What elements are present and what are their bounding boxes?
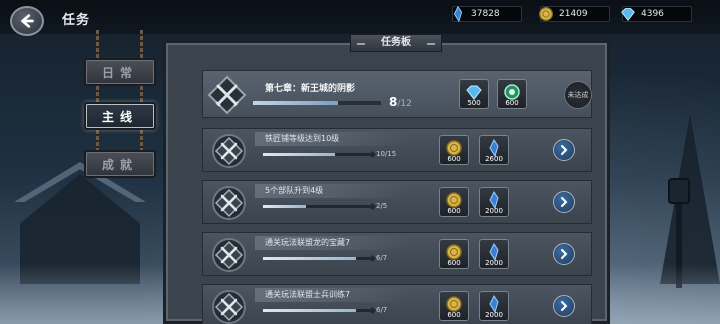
task-row: 通关玩法联盟士兵训练7 6/7 600 2000	[202, 284, 592, 324]
tab-achievements[interactable]: 成就	[84, 150, 156, 178]
task-progress-text: 6/7	[376, 254, 388, 262]
chapter-status-badge: 未达成	[564, 81, 592, 109]
task-go-button[interactable]	[553, 139, 575, 161]
task-progress-text: 2/5	[376, 202, 388, 210]
task-go-button[interactable]	[553, 191, 575, 213]
task-reward-shard[interactable]: 2000	[479, 239, 509, 269]
chapter-title: 第七章：新王城的阴影	[265, 84, 356, 94]
task-reward-gold[interactable]: 600	[439, 239, 469, 269]
top-bar	[0, 0, 720, 34]
reward-amount: 600	[505, 99, 519, 107]
gold-coin-icon	[539, 7, 553, 21]
task-reward-shard[interactable]: 2000	[479, 187, 509, 217]
task-progress-text: 10/15	[376, 150, 397, 158]
task-name: 铁匠铺等级达到10级	[265, 134, 340, 143]
crossed-swords-icon	[207, 75, 247, 115]
back-button[interactable]	[10, 6, 44, 36]
reward-amount: 2000	[485, 259, 503, 267]
task-reward-gold[interactable]: 600	[439, 135, 469, 165]
chain	[140, 130, 143, 152]
task-progress-bar	[263, 205, 371, 208]
crossed-swords-icon	[212, 134, 246, 168]
currency-gold: 21409	[539, 6, 610, 22]
back-arrow-icon	[21, 14, 34, 28]
crossed-swords-icon	[212, 290, 246, 324]
reward-amount: 600	[447, 259, 461, 267]
chevron-right-icon	[561, 197, 568, 207]
task-progress-fill	[263, 205, 307, 208]
task-row: 5个部队升到4级 2/5 600 2000	[202, 180, 592, 224]
tab-label: 主线	[101, 109, 138, 124]
tab-main-quest[interactable]: 主线	[84, 102, 156, 130]
diamond-icon	[621, 8, 635, 22]
task-progress-fill	[263, 257, 356, 260]
chevron-right-icon	[561, 301, 568, 311]
task-go-button[interactable]	[553, 243, 575, 265]
crossed-swords-icon	[212, 238, 246, 272]
chapter-progress-bar	[253, 101, 381, 105]
reward-amount: 600	[447, 207, 461, 215]
reward-amount: 2000	[485, 207, 503, 215]
task-progress-fill	[263, 153, 336, 156]
task-row: 铁匠铺等级达到10级 10/15 600 2600	[202, 128, 592, 172]
task-reward-gold[interactable]: 600	[439, 187, 469, 217]
chapter-card: 第七章：新王城的阴影 8/12 500 600 未达成	[202, 70, 592, 118]
task-reward-gold[interactable]: 600	[439, 291, 469, 321]
page-title: 任务	[62, 13, 91, 28]
task-progress-bar	[263, 309, 371, 312]
task-go-button[interactable]	[553, 295, 575, 317]
tab-daily[interactable]: 日常	[84, 58, 156, 86]
chapter-reward-diamond[interactable]: 500	[459, 79, 489, 109]
task-name: 通关玩法联盟士兵训练7	[265, 290, 351, 299]
reward-amount: 2000	[485, 311, 503, 319]
reward-amount: 500	[467, 99, 481, 107]
board-title: 任务板	[350, 34, 442, 52]
tab-label: 成就	[101, 157, 138, 172]
chevron-right-icon	[561, 249, 568, 259]
chapter-reward-orb[interactable]: 600	[497, 79, 527, 109]
lamp-head	[668, 178, 690, 204]
chapter-progress-text: 8/12	[389, 95, 412, 109]
chain	[96, 130, 99, 152]
task-reward-shard[interactable]: 2600	[479, 135, 509, 165]
task-row: 通关玩法联盟龙的宝藏7 6/7 600 2000	[202, 232, 592, 276]
chapter-progress-fill	[253, 101, 339, 105]
task-progress-fill	[263, 309, 356, 312]
task-name: 5个部队升到4级	[265, 186, 324, 195]
task-progress-bar	[263, 153, 371, 156]
task-reward-shard[interactable]: 2000	[479, 291, 509, 321]
shard-icon	[453, 5, 463, 23]
currency-value: 21409	[559, 9, 588, 19]
task-name: 通关玩法联盟龙的宝藏7	[265, 238, 351, 247]
reward-amount: 600	[447, 311, 461, 319]
task-progress-text: 6/7	[376, 306, 388, 314]
crossed-swords-icon	[212, 186, 246, 220]
currency-value: 37828	[471, 9, 500, 19]
currency-shards: 37828	[452, 5, 522, 23]
currency-value: 4396	[641, 9, 664, 19]
task-progress-bar	[263, 257, 371, 260]
currency-diamonds: 4396	[621, 6, 692, 22]
tab-label: 日常	[101, 65, 138, 80]
chevron-right-icon	[561, 145, 568, 155]
reward-amount: 600	[447, 155, 461, 163]
reward-amount: 2600	[485, 155, 503, 163]
